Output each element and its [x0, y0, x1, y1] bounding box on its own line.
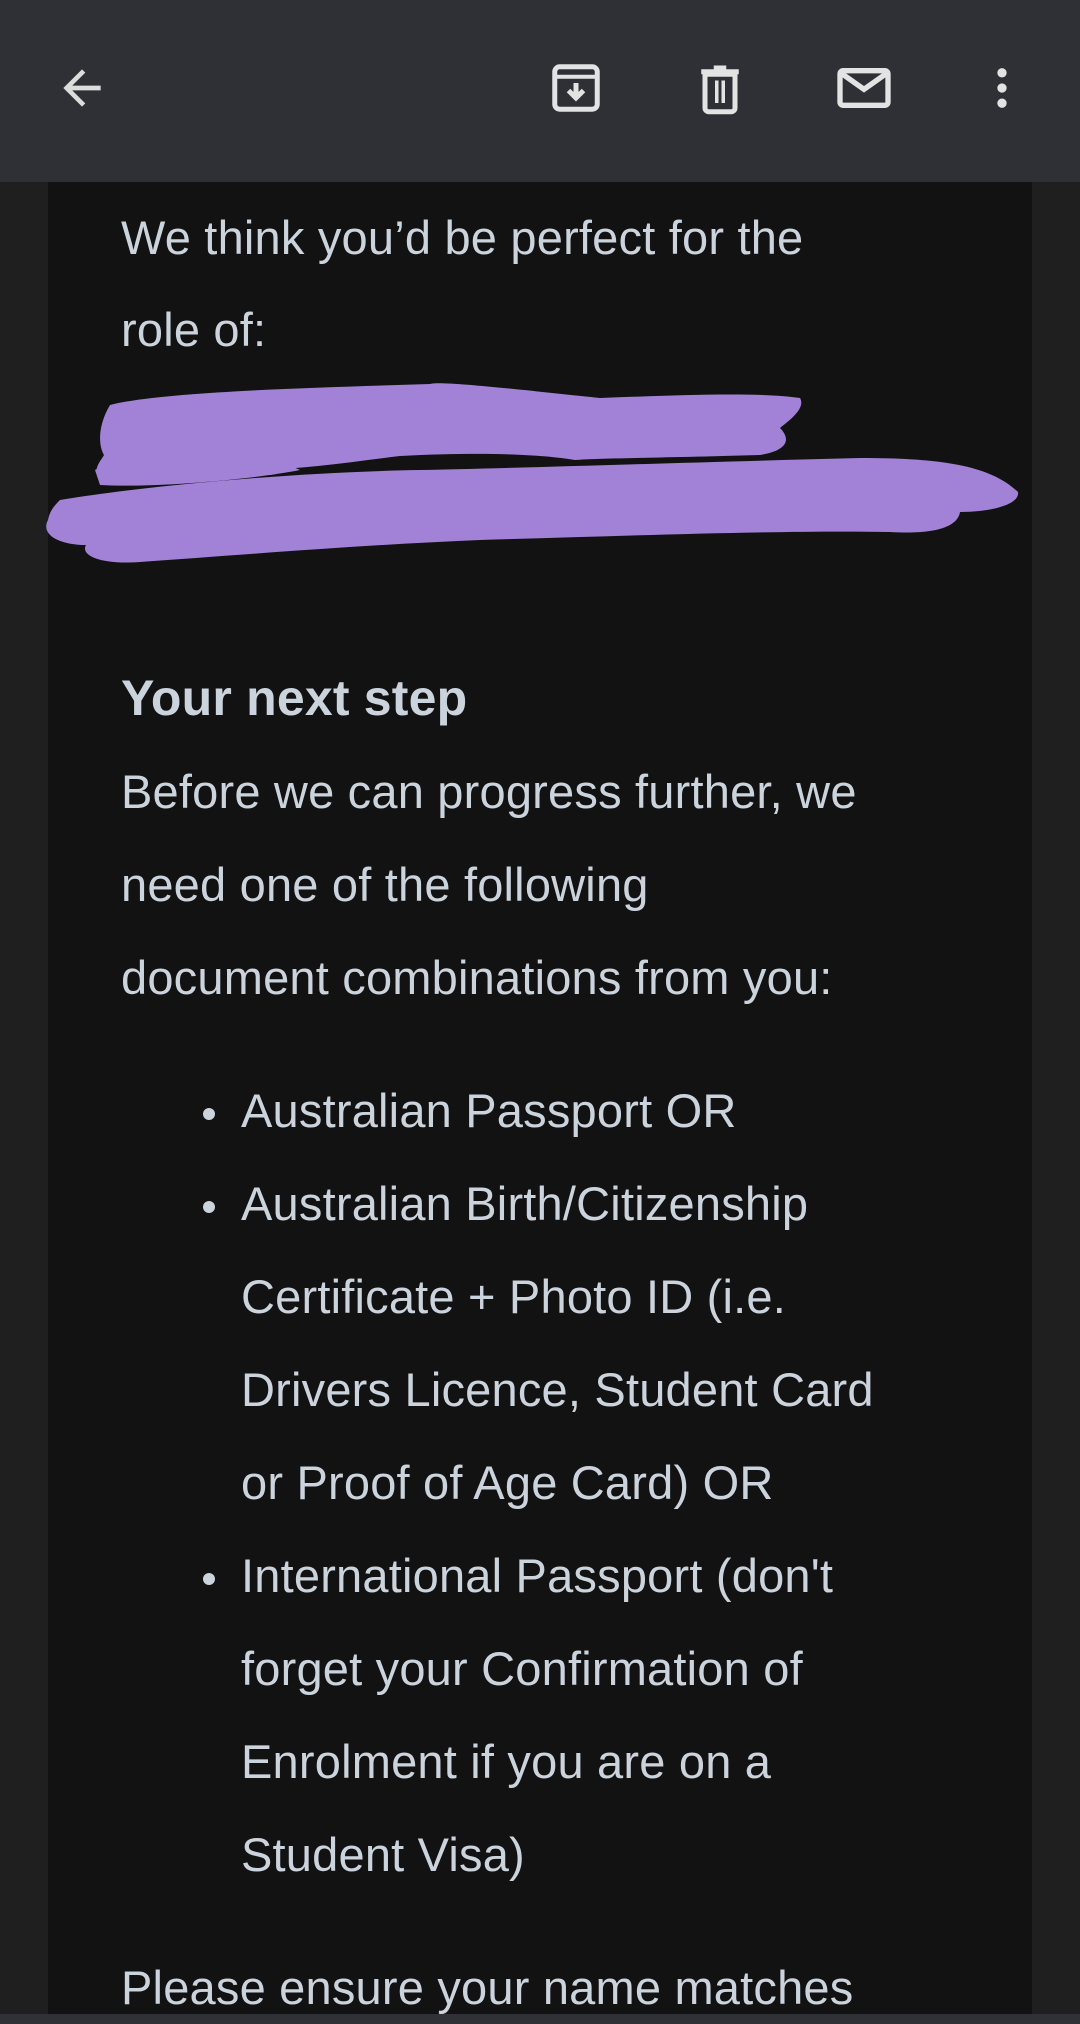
body-line: need one of the following — [121, 858, 649, 911]
list-item-line: Certificate + Photo ID (i.e. — [241, 1270, 787, 1323]
list-item-line: International Passport (don't — [241, 1549, 834, 1602]
bullet-icon — [203, 1108, 215, 1120]
list-item-line: forget your Confirmation of — [241, 1642, 803, 1695]
bottom-bar — [0, 2014, 1080, 2024]
redacted-role-scribble — [46, 383, 1019, 563]
list-item-line: Australian Passport OR — [241, 1084, 737, 1137]
bullet-icon — [203, 1573, 215, 1585]
list-item-line: Drivers Licence, Student Card — [241, 1363, 874, 1416]
list-item-line: Enrolment if you are on a — [241, 1735, 772, 1788]
section-heading: Your next step — [121, 670, 468, 726]
body-line: document combinations from you: — [121, 951, 833, 1004]
list-item-line: Australian Birth/Citizenship — [241, 1177, 809, 1230]
list-item-line: Student Visa) — [241, 1828, 525, 1881]
body-line: Before we can progress further, we — [121, 765, 857, 818]
body-line: Please ensure your name matches — [121, 1961, 854, 2014]
list-item-line: or Proof of Age Card) OR — [241, 1456, 774, 1509]
bullet-icon — [203, 1201, 215, 1213]
